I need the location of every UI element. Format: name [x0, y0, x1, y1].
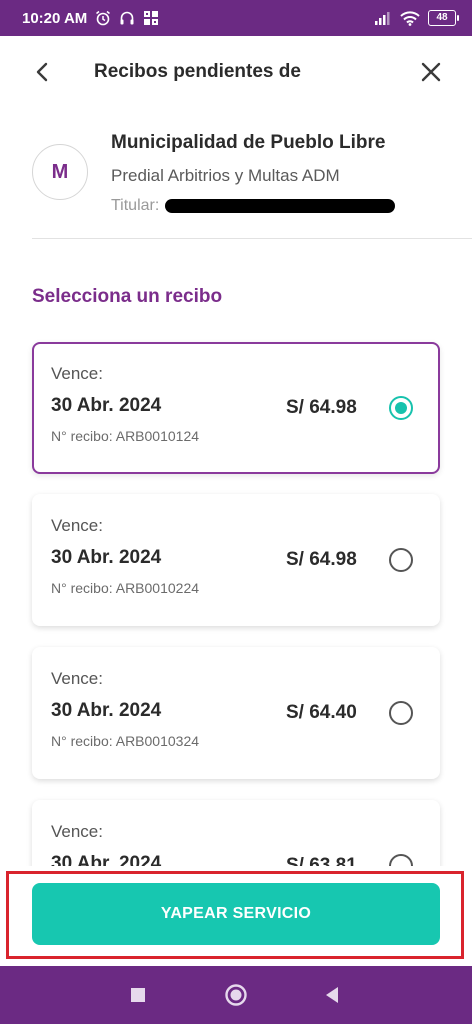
status-time: 10:20 AM [22, 9, 88, 27]
wifi-icon [400, 10, 420, 26]
yapear-servicio-button[interactable]: YAPEAR SERVICIO [32, 883, 440, 945]
receipt-amount: S/ 64.98 [286, 397, 357, 418]
signal-icon [374, 11, 392, 25]
radio-unselected[interactable] [389, 701, 413, 725]
receipt-number: N° recibo: ARB0010224 [51, 580, 200, 596]
provider-name: Municipalidad de Pueblo Libre [111, 132, 386, 153]
back-button[interactable] [28, 57, 58, 87]
divider [32, 238, 472, 239]
due-date: 30 Abr. 2024 [51, 547, 162, 568]
recents-square-icon [131, 988, 145, 1002]
page-title: Recibos pendientes de [94, 61, 301, 82]
due-label: Vence: [51, 364, 103, 383]
due-date: 30 Abr. 2024 [51, 700, 162, 721]
battery-level: 48 [436, 12, 448, 23]
provider-info: M Municipalidad de Pueblo Libre Predial … [32, 128, 472, 238]
app-icon [143, 10, 159, 26]
receipt-amount: S/ 64.98 [286, 549, 357, 570]
radio-unselected[interactable] [389, 548, 413, 572]
due-label: Vence: [51, 669, 103, 688]
section-title: Selecciona un recibo [32, 286, 223, 307]
back-triangle-icon [326, 987, 338, 1003]
account-holder: Titular: [111, 197, 396, 215]
status-bar: 10:20 AM 48 [0, 0, 472, 36]
redaction-bar [165, 198, 396, 213]
receipt-card[interactable]: Vence: 30 Abr. 2024 N° recibo: ARB001032… [32, 647, 440, 779]
headphones-icon [119, 10, 135, 26]
receipt-number: N° recibo: ARB0010124 [51, 428, 200, 444]
close-icon [421, 62, 441, 82]
close-button[interactable] [416, 57, 446, 87]
back-arrow-icon [36, 62, 48, 82]
provider-service: Predial Arbitrios y Multas ADM [111, 166, 340, 185]
battery-icon: 48 [428, 10, 459, 26]
due-date: 30 Abr. 2024 [51, 395, 162, 416]
due-label: Vence: [51, 516, 103, 535]
holder-label: Titular: [111, 197, 160, 214]
system-back-button[interactable] [302, 966, 362, 1024]
receipt-amount: S/ 64.40 [286, 702, 357, 723]
header: Recibos pendientes de [0, 36, 472, 108]
recents-button[interactable] [108, 966, 168, 1024]
home-circle-icon [225, 984, 247, 1006]
radio-selected[interactable] [389, 396, 413, 420]
receipt-card[interactable]: Vence: 30 Abr. 2024 N° recibo: ARB001012… [32, 342, 440, 474]
cta-area: YAPEAR SERVICIO [0, 866, 472, 966]
receipt-card[interactable]: Vence: 30 Abr. 2024 N° recibo: ARB001022… [32, 494, 440, 626]
alarm-icon [95, 10, 111, 26]
avatar: M [32, 144, 88, 200]
receipt-number: N° recibo: ARB0010324 [51, 733, 200, 749]
due-label: Vence: [51, 822, 103, 841]
radio-dot [395, 402, 407, 414]
home-button[interactable] [206, 966, 266, 1024]
navigation-bar [0, 966, 472, 1024]
